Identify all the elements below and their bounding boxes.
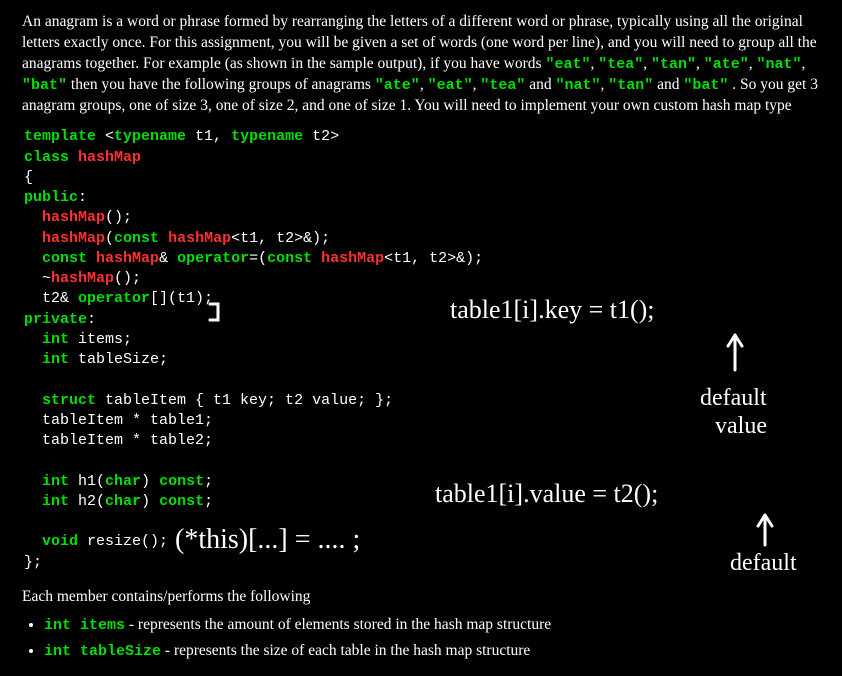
document-page: An anagram is a word or phrase formed by… <box>0 0 842 665</box>
group-tan: "tan" <box>608 77 653 94</box>
word-ate: "ate" <box>704 56 749 73</box>
word-eat: "eat" <box>545 56 590 73</box>
member-list: int items - represents the amount of ele… <box>44 612 820 665</box>
kw-public: public <box>24 189 78 206</box>
kw-typename-1: typename <box>114 128 186 145</box>
and-1: and <box>529 76 555 93</box>
intro-mid: then you have the following groups of an… <box>71 76 375 93</box>
word-tan: "tan" <box>651 56 696 73</box>
after-paragraph: Each member contains/performs the follow… <box>22 587 820 608</box>
member-items-text: - represents the amount of elements stor… <box>125 616 551 633</box>
code-block: template <typename t1, typename t2> clas… <box>24 127 820 573</box>
group-nat: "nat" <box>555 77 600 94</box>
intro-paragraph: An anagram is a word or phrase formed by… <box>22 12 820 117</box>
group-bat: "bat" <box>683 77 728 94</box>
kw-typename-2: typename <box>231 128 303 145</box>
group-eat: "eat" <box>428 77 473 94</box>
member-tablesize-code: int tableSize <box>44 643 161 660</box>
list-item: int items - represents the amount of ele… <box>44 612 820 639</box>
type-hashmap: hashMap <box>78 149 141 166</box>
kw-template: template <box>24 128 96 145</box>
word-tea: "tea" <box>598 56 643 73</box>
intro-pre: An anagram is a word or phrase formed by… <box>22 13 817 72</box>
word-bat: "bat" <box>22 77 67 94</box>
kw-class: class <box>24 149 69 166</box>
group-ate: "ate" <box>375 77 420 94</box>
and-2: and <box>657 76 683 93</box>
group-tea: "tea" <box>480 77 525 94</box>
member-tablesize-text: - represents the size of each table in t… <box>161 642 530 659</box>
list-item: int tableSize - represents the size of e… <box>44 638 820 665</box>
word-nat: "nat" <box>757 56 802 73</box>
kw-private: private <box>24 311 87 328</box>
member-items-code: int items <box>44 617 125 634</box>
